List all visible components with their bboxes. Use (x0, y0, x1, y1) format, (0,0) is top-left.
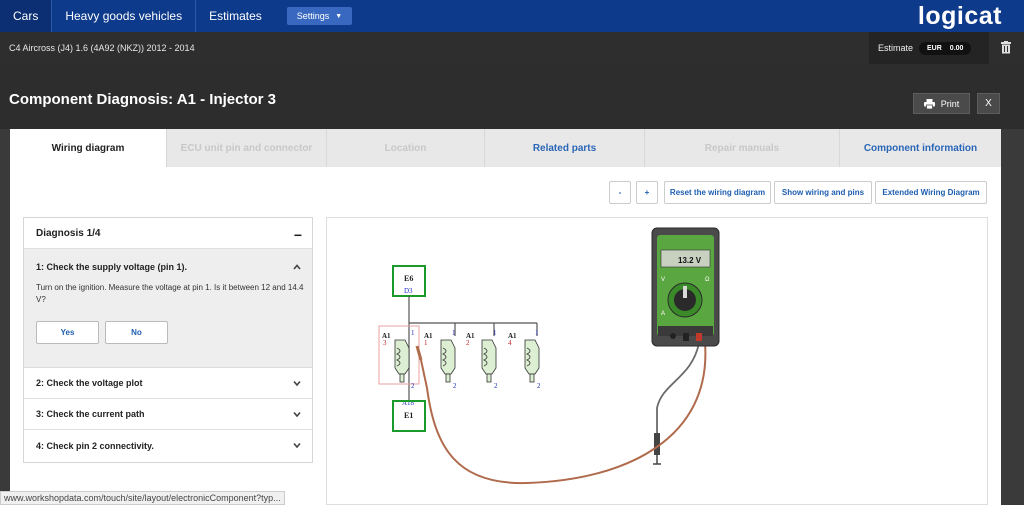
meter-volt-label: V (661, 277, 665, 283)
diagnosis-step-3[interactable]: 3: Check the current path (24, 399, 312, 430)
wiring-diagram-canvas[interactable]: E6 D3 A1 3 1 2 A1 1 1 2 A1 2 1 2 A1 4 1 … (326, 217, 988, 505)
injector-4-symbol[interactable] (524, 339, 540, 383)
tab-related-parts[interactable]: Related parts (485, 129, 645, 167)
tab-bar: Wiring diagram ECU unit pin and connecto… (10, 129, 1001, 167)
extended-wiring-diagram-button[interactable]: Extended Wiring Diagram (875, 181, 987, 204)
logo: logicat (917, 2, 1002, 30)
amount: 0.00 (949, 44, 964, 52)
print-label: Print (940, 98, 960, 109)
step-4-title: 4: Check pin 2 connectivity. (36, 440, 154, 451)
tab-ecu-pin-connector: ECU unit pin and connector (167, 129, 327, 167)
injector-a1-3-pin2: 2 (411, 382, 415, 390)
injector-2-symbol[interactable] (481, 339, 497, 383)
injector-a1-1-number: 1 (424, 339, 428, 347)
yes-button[interactable]: Yes (36, 321, 99, 344)
wiring-diagram: E6 D3 A1 3 1 2 A1 1 1 2 A1 2 1 2 A1 4 1 … (378, 227, 720, 485)
injector-a1-2-pin2: 2 (494, 382, 498, 390)
injector-a1-4-pin2: 2 (537, 382, 541, 390)
chevron-down-icon (293, 380, 301, 387)
injector-a1-4-number: 4 (508, 339, 512, 347)
modal-title: Component Diagnosis: A1 - Injector 3 (9, 91, 276, 108)
reset-wiring-diagram-button[interactable]: Reset the wiring diagram (664, 181, 771, 204)
red-probe-lead (420, 342, 707, 485)
injector-3-symbol[interactable] (394, 339, 410, 383)
estimate-box[interactable]: Estimate EUR 0.00 (869, 32, 989, 64)
injector-a1-1-pin2: 2 (453, 382, 457, 390)
zoom-out-button[interactable]: - (609, 181, 631, 204)
collapse-icon[interactable]: − (294, 227, 302, 243)
diagnosis-step-4[interactable]: 4: Check pin 2 connectivity. (24, 430, 312, 461)
print-button[interactable]: Print (913, 93, 970, 114)
diagnosis-header[interactable]: Diagnosis 1/4 − (24, 218, 312, 249)
printer-icon (923, 98, 935, 109)
tab-component-information[interactable]: Component information (840, 129, 1001, 167)
injector-a1-1-pin1: 1 (452, 329, 456, 337)
close-button[interactable]: X (977, 93, 1000, 114)
trash-icon[interactable] (1000, 41, 1012, 54)
nav-cars[interactable]: Cars (0, 0, 53, 32)
chevron-down-icon (293, 442, 301, 449)
diagnosis-accordion: Diagnosis 1/4 − 1: Check the supply volt… (23, 217, 313, 463)
black-probe-tip (654, 433, 660, 455)
vehicle-title: C4 Aircross (J4) 1.6 (4A92 (NKZ)) 2012 -… (9, 43, 195, 53)
top-navigation: Cars Heavy goods vehicles Estimates Sett… (0, 0, 1024, 32)
zoom-in-button[interactable]: + (636, 181, 658, 204)
component-e1-label: E1 (404, 411, 413, 420)
tab-location: Location (327, 129, 485, 167)
component-e6-label: E6 (404, 274, 413, 283)
nav-heavy-goods-vehicles[interactable]: Heavy goods vehicles (52, 0, 197, 32)
injector-a1-3-number: 3 (383, 339, 387, 347)
step-3-title: 3: Check the current path (36, 409, 145, 419)
chevron-down-icon: ▼ (335, 12, 343, 20)
chevron-up-icon[interactable] (293, 263, 301, 271)
meter-amp-label: A (661, 311, 665, 317)
diagnosis-panel: Wiring diagram ECU unit pin and connecto… (10, 129, 1001, 505)
injector-a1-2-pin1: 1 (493, 329, 497, 337)
injector-a1-4-pin1: 1 (535, 329, 539, 337)
injector-1-symbol[interactable] (440, 339, 456, 383)
black-probe-lead (656, 342, 700, 440)
step-2-title: 2: Check the voltage plot (36, 378, 143, 388)
no-button[interactable]: No (105, 321, 168, 344)
red-probe-tip (415, 345, 423, 361)
modal-header: Component Diagnosis: A1 - Injector 3 (0, 64, 1024, 129)
chevron-down-icon (293, 411, 301, 418)
currency: EUR (927, 44, 942, 52)
show-wiring-pins-button[interactable]: Show wiring and pins (774, 181, 872, 204)
multimeter[interactable]: 13.2 V V Ω A (651, 227, 720, 347)
settings-dropdown[interactable]: Settings ▼ (286, 7, 353, 25)
estimate-label: Estimate (878, 43, 914, 53)
status-url: www.workshopdata.com/touch/site/layout/e… (0, 491, 285, 505)
diagnosis-step-2[interactable]: 2: Check the voltage plot (24, 368, 312, 399)
tab-wiring-diagram[interactable]: Wiring diagram (10, 129, 167, 167)
step-1-title[interactable]: 1: Check the supply voltage (pin 1). (36, 262, 187, 272)
component-e6-pin: D3 (404, 287, 413, 295)
injector-a1-2-number: 2 (466, 339, 470, 347)
diagnosis-step-1: 1: Check the supply voltage (pin 1). Tur… (24, 249, 312, 368)
settings-label: Settings (296, 11, 330, 21)
estimate-total: EUR 0.00 (919, 41, 972, 55)
meter-reading: 13.2 V (678, 256, 702, 265)
diagnosis-title: Diagnosis 1/4 (36, 227, 101, 239)
step-1-instructions: Turn on the ignition. Measure the voltag… (36, 283, 304, 304)
vehicle-bar: C4 Aircross (J4) 1.6 (4A92 (NKZ)) 2012 -… (0, 32, 1024, 64)
injector-a1-3-pin1: 1 (411, 329, 415, 337)
meter-ohm-label: Ω (705, 277, 710, 283)
nav-estimates[interactable]: Estimates (196, 0, 275, 32)
tab-repair-manuals: Repair manuals (645, 129, 840, 167)
